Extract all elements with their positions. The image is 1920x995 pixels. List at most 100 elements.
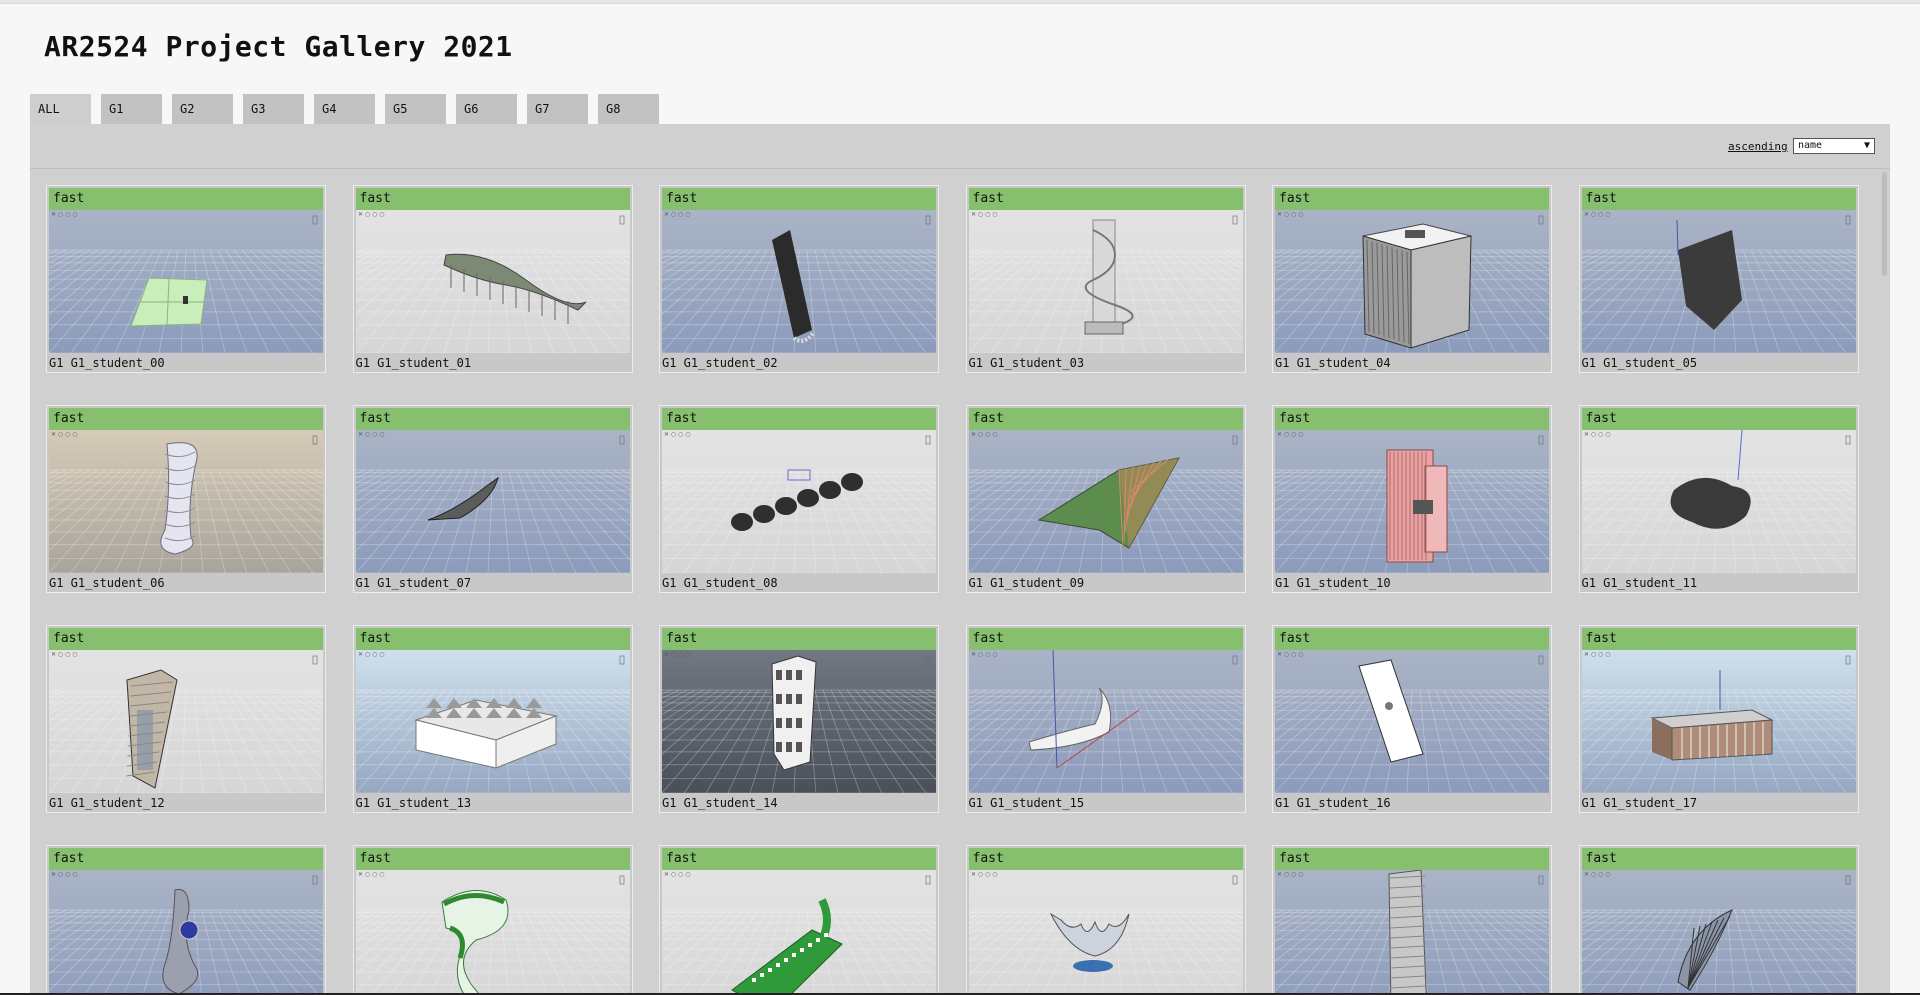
project-thumbnail[interactable]: ✕ ○ ○ ○ <box>1275 210 1549 353</box>
gallery-card[interactable]: fast ✕ ○ ○ ○ G1 G1_student_00 <box>46 185 326 373</box>
tab-all[interactable]: ALL <box>30 94 91 124</box>
fast-badge: fast <box>1275 628 1549 650</box>
tab-g6[interactable]: G6 <box>456 94 517 124</box>
gallery-card[interactable]: fast ✕ ○ ○ ○ G1 G1_student_15 <box>965 625 1246 813</box>
gallery-card[interactable]: fast ✕ ○ ○ ○ G1 G1_student_03 <box>965 185 1246 373</box>
project-thumbnail[interactable]: ✕ ○ ○ ○ <box>662 870 936 995</box>
scrollbar-track[interactable] <box>1880 170 1888 995</box>
gallery-card[interactable]: fast ✕ ○ ○ ○ G1 G1_student_02 <box>659 185 939 373</box>
sort-bar: ascending name ▼ <box>30 124 1890 169</box>
gallery-card[interactable]: fast ✕ ○ ○ ○ G1 G1_student_08 <box>659 405 939 593</box>
gallery-card[interactable]: fast ✕ ○ ○ ○ <box>46 845 326 995</box>
sort-order-toggle[interactable]: ascending <box>1728 140 1788 153</box>
project-label: G1 G1_student_15 <box>968 796 1085 810</box>
project-thumbnail[interactable]: ✕ ○ ○ ○ <box>662 210 936 353</box>
tab-g8[interactable]: G8 <box>598 94 659 124</box>
project-label: G1 G1_student_06 <box>49 576 165 590</box>
gallery-card[interactable]: fast ✕ ○ ○ ○ G1 G1_student_07 <box>352 405 633 593</box>
svg-text:✕ ○ ○ ○: ✕ ○ ○ ○ <box>51 211 77 218</box>
project-thumbnail[interactable]: ✕ ○ ○ ○ <box>355 870 630 995</box>
gallery-card[interactable]: fast ✕ ○ ○ ○ <box>352 845 633 995</box>
gallery-card[interactable]: fast ✕ ○ ○ ○ G1 G1_student_04 <box>1272 185 1552 373</box>
project-thumbnail[interactable]: ✕ ○ ○ ○ <box>49 210 323 353</box>
fast-badge: fast <box>968 628 1243 650</box>
gallery-card[interactable]: fast ✕ ○ ○ ○ G1 G1_student_06 <box>46 405 326 593</box>
fast-badge: fast <box>49 188 323 210</box>
fast-badge: fast <box>355 628 630 650</box>
tab-g7[interactable]: G7 <box>527 94 588 124</box>
svg-text:✕ ○ ○ ○: ✕ ○ ○ ○ <box>358 651 384 658</box>
gallery-card[interactable]: fast ✕ ○ ○ ○ <box>1272 845 1552 995</box>
group-tabs: ALL G1 G2 G3 G4 G5 G6 G7 G8 <box>30 94 669 124</box>
project-thumbnail[interactable]: ✕ ○ ○ ○ <box>1581 430 1856 573</box>
project-thumbnail[interactable]: ✕ ○ ○ ○ <box>1275 870 1549 995</box>
svg-text:✕ ○ ○ ○: ✕ ○ ○ ○ <box>664 431 690 438</box>
fast-badge: fast <box>662 408 936 430</box>
fast-badge: fast <box>968 188 1243 210</box>
project-label: G1 G1_student_01 <box>355 356 472 370</box>
fast-badge: fast <box>1275 188 1549 210</box>
project-thumbnail[interactable]: ✕ ○ ○ ○ <box>1581 210 1856 353</box>
fast-badge: fast <box>355 848 630 870</box>
sort-select-value: name <box>1798 140 1823 151</box>
fast-badge: fast <box>49 408 323 430</box>
project-thumbnail[interactable]: ✕ ○ ○ ○ <box>355 650 630 793</box>
project-thumbnail[interactable]: ✕ ○ ○ ○ <box>1275 430 1549 573</box>
project-thumbnail[interactable]: ✕ ○ ○ ○ <box>355 210 630 353</box>
sort-select[interactable]: name ▼ <box>1793 138 1875 154</box>
svg-text:✕ ○ ○ ○: ✕ ○ ○ ○ <box>971 871 997 878</box>
gallery-card[interactable]: fast ✕ ○ ○ ○ G1 G1_student_13 <box>352 625 633 813</box>
fast-badge: fast <box>355 408 630 430</box>
project-thumbnail[interactable]: ✕ ○ ○ ○ <box>968 870 1243 995</box>
svg-text:✕ ○ ○ ○: ✕ ○ ○ ○ <box>971 211 997 218</box>
tab-g5[interactable]: G5 <box>385 94 446 124</box>
gallery-card[interactable]: fast ✕ ○ ○ ○ G1 G1_student_01 <box>352 185 633 373</box>
tab-g4[interactable]: G4 <box>314 94 375 124</box>
gallery-panel: ascending name ▼ fast ✕ ○ ○ ○ G1 G1_stud… <box>30 124 1890 995</box>
project-thumbnail[interactable]: ✕ ○ ○ ○ <box>968 650 1243 793</box>
svg-text:✕ ○ ○ ○: ✕ ○ ○ ○ <box>358 211 384 218</box>
project-label: G1 G1_student_07 <box>355 576 472 590</box>
svg-text:✕ ○ ○ ○: ✕ ○ ○ ○ <box>1277 431 1303 438</box>
project-thumbnail[interactable]: ✕ ○ ○ ○ <box>1275 650 1549 793</box>
gallery-card[interactable]: fast ✕ ○ ○ ○ <box>1578 845 1859 995</box>
project-label: G1 G1_student_14 <box>662 796 778 810</box>
fast-badge: fast <box>1275 848 1549 870</box>
fast-badge: fast <box>49 848 323 870</box>
gallery-card[interactable]: fast ✕ ○ ○ ○ <box>659 845 939 995</box>
svg-text:✕ ○ ○ ○: ✕ ○ ○ ○ <box>664 651 690 658</box>
project-thumbnail[interactable]: ✕ ○ ○ ○ <box>662 650 936 793</box>
project-thumbnail[interactable]: ✕ ○ ○ ○ <box>49 650 323 793</box>
project-label: G1 G1_student_12 <box>49 796 165 810</box>
gallery-card[interactable]: fast ✕ ○ ○ ○ G1 G1_student_12 <box>46 625 326 813</box>
gallery-card[interactable]: fast ✕ ○ ○ ○ G1 G1_student_16 <box>1272 625 1552 813</box>
project-thumbnail[interactable]: ✕ ○ ○ ○ <box>1581 650 1856 793</box>
scrollbar-thumb[interactable] <box>1882 172 1887 276</box>
gallery-card[interactable]: fast ✕ ○ ○ ○ G1 G1_student_09 <box>965 405 1246 593</box>
gallery-card[interactable]: fast ✕ ○ ○ ○ <box>965 845 1246 995</box>
project-thumbnail[interactable]: ✕ ○ ○ ○ <box>662 430 936 573</box>
tab-g3[interactable]: G3 <box>243 94 304 124</box>
gallery-card[interactable]: fast ✕ ○ ○ ○ G1 G1_student_05 <box>1578 185 1859 373</box>
fast-badge: fast <box>968 848 1243 870</box>
tab-g2[interactable]: G2 <box>172 94 233 124</box>
chevron-down-icon: ▼ <box>1863 140 1870 151</box>
project-label: G1 G1_student_11 <box>1581 576 1698 590</box>
fast-badge: fast <box>662 628 936 650</box>
project-thumbnail[interactable]: ✕ ○ ○ ○ <box>968 430 1243 573</box>
project-thumbnail[interactable]: ✕ ○ ○ ○ <box>355 430 630 573</box>
project-thumbnail[interactable]: ✕ ○ ○ ○ <box>968 210 1243 353</box>
gallery-card[interactable]: fast ✕ ○ ○ ○ G1 G1_student_17 <box>1578 625 1859 813</box>
svg-text:✕ ○ ○ ○: ✕ ○ ○ ○ <box>51 871 77 878</box>
tab-g1[interactable]: G1 <box>101 94 162 124</box>
gallery-card[interactable]: fast ✕ ○ ○ ○ G1 G1_student_11 <box>1578 405 1859 593</box>
project-thumbnail[interactable]: ✕ ○ ○ ○ <box>1581 870 1856 995</box>
fast-badge: fast <box>662 188 936 210</box>
project-thumbnail[interactable]: ✕ ○ ○ ○ <box>49 430 323 573</box>
fast-badge: fast <box>1581 408 1856 430</box>
project-thumbnail[interactable]: ✕ ○ ○ ○ <box>49 870 323 995</box>
svg-text:✕ ○ ○ ○: ✕ ○ ○ ○ <box>358 871 384 878</box>
gallery-card[interactable]: fast ✕ ○ ○ ○ G1 G1_student_14 <box>659 625 939 813</box>
svg-text:✕ ○ ○ ○: ✕ ○ ○ ○ <box>1277 651 1303 658</box>
gallery-card[interactable]: fast ✕ ○ ○ ○ G1 G1_student_10 <box>1272 405 1552 593</box>
